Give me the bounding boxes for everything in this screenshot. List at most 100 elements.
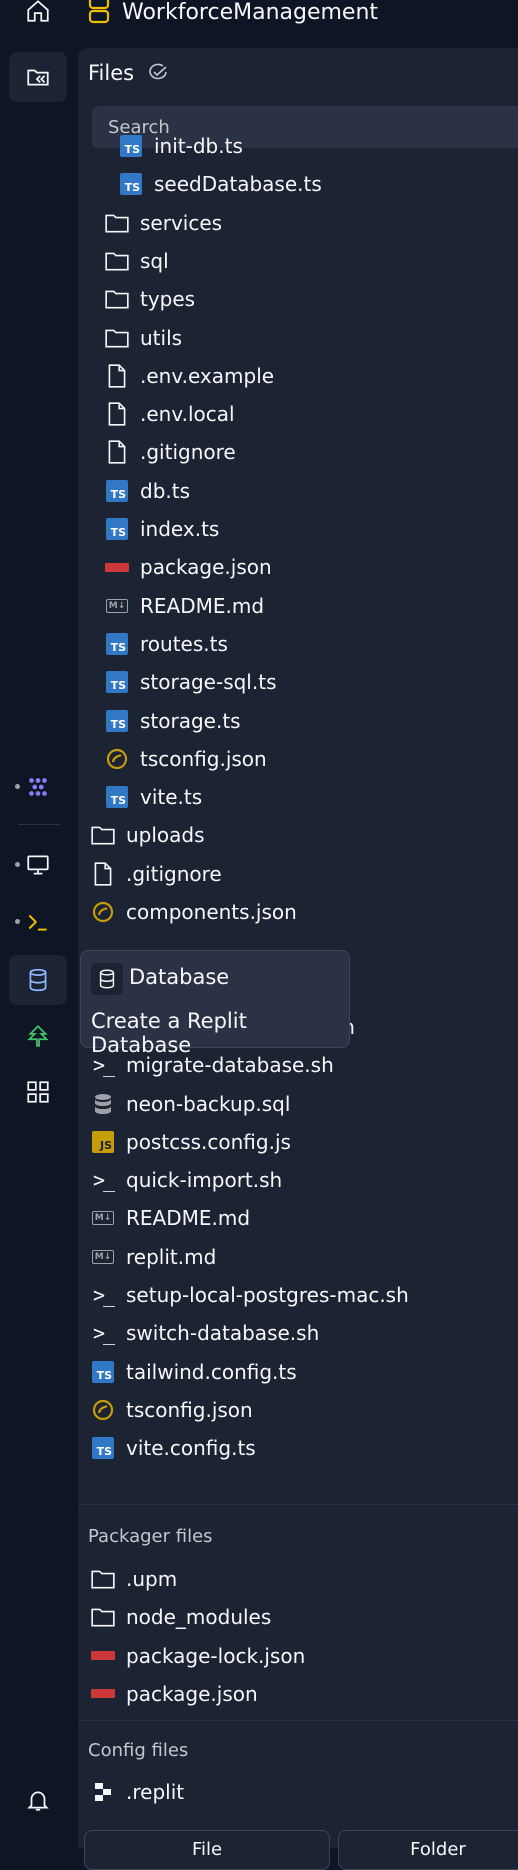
file-tree-item-label: package.json <box>140 555 272 580</box>
file-tree-item[interactable]: >_ setup-local-postgres-mac.sh <box>90 1277 409 1313</box>
webview-button[interactable] <box>9 840 67 890</box>
file-tree-item-label: switch-database.sh <box>126 1321 320 1346</box>
file-tree-item-icon-wrap <box>90 822 116 848</box>
markdown-file-icon: M↓ <box>92 1211 114 1226</box>
file-tree-item[interactable]: TS storage.ts <box>104 703 241 739</box>
shell-script-icon: >_ <box>92 1283 115 1307</box>
file-tree-item[interactable]: TS vite.ts <box>104 779 202 815</box>
file-tree-item-label: node_modules <box>126 1605 272 1630</box>
file-tree-item[interactable]: TS routes.ts <box>104 626 228 662</box>
config-files-title: Config files <box>88 1740 189 1761</box>
shell-button[interactable] <box>9 897 67 947</box>
file-tree-item[interactable]: JS postcss.config.js <box>90 1124 291 1160</box>
files-panel-button[interactable] <box>9 52 67 102</box>
file-tree-item-label: tailwind.config.ts <box>126 1359 297 1384</box>
file-tree-item[interactable]: package.json <box>104 549 272 585</box>
file-tree-item[interactable]: .gitignore <box>104 434 236 470</box>
file-tree-item[interactable]: .env.example <box>104 358 274 394</box>
file-tree-item[interactable]: .env.local <box>104 396 235 432</box>
file-tree-item-label: .env.example <box>140 363 275 388</box>
agent-icon <box>29 778 47 796</box>
file-tree-item[interactable]: sql <box>104 243 169 279</box>
file-tree-item-icon-wrap: M↓ <box>90 1244 116 1270</box>
tsconfig-file-icon <box>92 1399 114 1420</box>
typescript-file-icon: TS <box>120 135 142 157</box>
file-tree-item-icon-wrap <box>104 363 130 389</box>
notifications-button[interactable] <box>9 1775 67 1825</box>
typescript-file-icon: TS <box>106 671 128 694</box>
file-icon <box>108 364 126 388</box>
file-tree-item[interactable]: uploads <box>90 817 205 853</box>
file-tree-item[interactable]: utils <box>104 320 182 356</box>
replit-config-icon <box>95 1783 111 1801</box>
file-tree-item-icon-wrap <box>104 286 130 312</box>
file-tree-item[interactable]: tsconfig.json <box>104 741 267 777</box>
file-tree-item-icon-wrap: >_ <box>90 1320 116 1346</box>
new-file-label: File <box>191 1839 223 1860</box>
database-button[interactable] <box>9 955 67 1005</box>
file-tree-item[interactable]: TS seedDatabase.ts <box>118 166 322 202</box>
file-tree-item-label: postcss.config.js <box>126 1129 291 1154</box>
folder-icon <box>91 1608 115 1627</box>
file-tree-item[interactable]: neon-backup.sql <box>90 1086 290 1122</box>
file-tree-item[interactable]: TS db.ts <box>104 473 190 509</box>
file-tree-item[interactable]: TS vite.config.ts <box>90 1430 256 1466</box>
file-tree-item[interactable]: >_ switch-database.sh <box>90 1315 319 1351</box>
file-tree-item-label: vite.config.ts <box>126 1436 256 1461</box>
file-tree-item[interactable]: node_modules <box>90 1599 271 1635</box>
file-tree-item-label: tsconfig.json <box>140 746 267 771</box>
file-tree-item[interactable]: TS storage-sql.ts <box>104 664 276 700</box>
packager-files-title: Packager files <box>88 1526 213 1547</box>
file-tree-item[interactable]: .replit <box>90 1774 184 1810</box>
file-tree-item[interactable]: package-lock.json <box>90 1638 305 1674</box>
file-tree-item-icon-wrap <box>90 1397 116 1423</box>
agent-button[interactable] <box>9 762 67 812</box>
file-tree-item[interactable]: >_ quick-import.sh <box>90 1162 282 1198</box>
file-tree-item-label: .replit <box>126 1780 185 1804</box>
file-tree-item-label: db.ts <box>140 478 191 503</box>
file-tree-item[interactable]: package.json <box>90 1676 258 1712</box>
file-tree-item-label: replit.md <box>126 1244 217 1269</box>
new-file-button[interactable]: File <box>84 1830 330 1870</box>
file-tree-item-label: README.md <box>126 1206 251 1231</box>
file-tree-item-label: routes.ts <box>140 631 228 656</box>
file-tree-item-icon-wrap <box>104 325 130 351</box>
file-tree-item[interactable]: services <box>104 205 222 241</box>
markdown-file-icon: M↓ <box>106 598 128 613</box>
file-tree-item-icon-wrap: JS <box>90 1129 116 1155</box>
file-tree-item-label: storage.ts <box>140 708 241 733</box>
file-tree-item[interactable]: M↓ README.md <box>104 588 264 624</box>
file-tree-item[interactable]: TS init-db.ts <box>118 128 243 164</box>
database-popover[interactable]: Database Create a Replit Database <box>80 950 350 1057</box>
file-tree-item-label: utils <box>140 325 183 350</box>
repl-name[interactable]: WorkforceManagement <box>122 0 378 26</box>
npm-file-icon <box>91 1689 115 1699</box>
new-folder-button[interactable]: Folder <box>338 1830 518 1870</box>
file-tree-item-label: index.ts <box>140 517 220 541</box>
file-tree-item[interactable]: TS index.ts <box>104 511 219 547</box>
all-tools-button[interactable] <box>9 1067 67 1117</box>
file-tree-item[interactable]: components.json <box>90 894 297 930</box>
file-icon <box>108 440 126 465</box>
file-tree-item[interactable]: types <box>104 281 195 317</box>
file-tree-item-label: seedDatabase.ts <box>154 172 322 197</box>
file-tree-item[interactable]: .gitignore <box>90 856 222 892</box>
files-pane: Files TS init-db.ts TS seedDatabase.ts servi… <box>78 48 518 1870</box>
file-tree-item[interactable]: TS tailwind.config.ts <box>90 1354 297 1390</box>
database-file-icon <box>95 1093 111 1114</box>
files-title: Files <box>88 61 135 85</box>
file-tree-item-label: package-lock.json <box>126 1643 306 1668</box>
file-icon <box>94 862 112 886</box>
file-tree-item[interactable]: M↓ replit.md <box>90 1239 216 1275</box>
git-button[interactable] <box>9 1011 67 1061</box>
typescript-file-icon: TS <box>92 1360 114 1383</box>
typescript-file-icon: TS <box>106 786 128 809</box>
file-tree-item-icon-wrap: TS <box>104 631 130 657</box>
file-tree-item[interactable]: tsconfig.json <box>90 1392 253 1428</box>
home-button[interactable] <box>9 0 67 36</box>
repl-icon <box>88 0 110 24</box>
file-tree-item-icon-wrap: >_ <box>90 1282 116 1308</box>
file-tree-item[interactable]: .upm <box>90 1561 177 1597</box>
file-tree-item-icon-wrap <box>90 899 116 925</box>
file-tree-item[interactable]: M↓ README.md <box>90 1200 250 1236</box>
